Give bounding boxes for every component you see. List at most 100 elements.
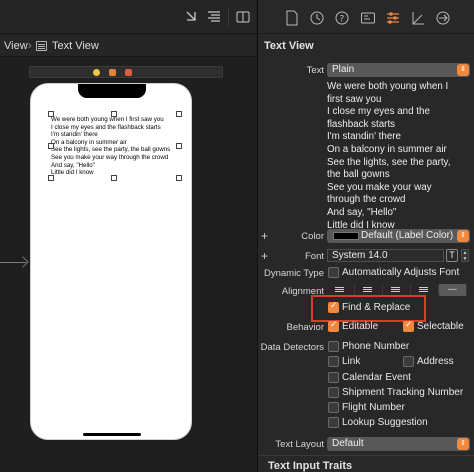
identity-icon[interactable] [360, 10, 376, 26]
resize-handle-top-left[interactable] [48, 111, 54, 117]
text-view-line: And say, "Hello" [51, 161, 95, 169]
split-editor-icon[interactable] [234, 9, 252, 25]
svg-text:?: ? [340, 15, 345, 25]
resize-handle-right[interactable] [176, 143, 182, 149]
home-indicator [83, 433, 141, 436]
text-content-line: through the crowd [327, 194, 406, 206]
resize-handle-left[interactable] [48, 143, 54, 149]
connections-icon[interactable] [435, 10, 451, 26]
align-lines-icon[interactable] [205, 9, 223, 25]
toolbar-divider [228, 8, 229, 26]
phone-number-label: Phone Number [342, 341, 410, 352]
device-notch [78, 84, 146, 98]
chevron-updown-icon: ⇕ [457, 230, 469, 242]
dynamic-type-label: Dynamic Type [263, 268, 324, 279]
first-responder-icon[interactable] [109, 69, 116, 76]
inspector-tabs: ? [258, 0, 474, 34]
exit-icon[interactable] [125, 69, 132, 76]
text-layout-popup[interactable]: Default ⇕ [327, 437, 470, 451]
shipment-tracking-checkbox[interactable] [328, 387, 339, 398]
text-content-field[interactable]: We were both young when I first saw you … [327, 81, 473, 231]
section-title-text-input-traits: Text Input Traits [268, 460, 353, 472]
resize-handle-top-right[interactable] [176, 111, 182, 117]
editor-toolbar [0, 0, 256, 34]
color-popup[interactable]: Default (Label Color) ⇕ [327, 229, 470, 243]
lookup-suggestion-checkbox[interactable] [328, 417, 339, 428]
editable-label: Editable [342, 321, 379, 332]
find-replace-label: Find & Replace [342, 302, 411, 313]
lookup-suggestion-label: Lookup Suggestion [342, 417, 428, 428]
section-divider [258, 455, 474, 456]
text-view-line: I'm standin' there [51, 131, 98, 139]
behavior-label: Behavior [286, 322, 325, 333]
text-content-line: I close my eyes and the [327, 106, 430, 118]
flight-number-label: Flight Number [342, 402, 405, 413]
view-controller-icon[interactable] [93, 69, 100, 76]
font-size-stepper[interactable]: ▲ ▼ [461, 249, 469, 262]
shipment-tracking-label: Shipment Tracking Number [342, 387, 464, 398]
breadcrumb-view[interactable]: View [4, 35, 28, 57]
attributes-icon[interactable] [385, 10, 401, 26]
jump-bar: View › Text View [0, 35, 256, 57]
font-label: Font [304, 251, 324, 262]
flight-number-checkbox[interactable] [328, 402, 339, 413]
color-label: Color [301, 231, 324, 242]
entry-point-arrow-icon[interactable] [0, 262, 26, 263]
text-layout-label: Text Layout [275, 439, 324, 450]
text-type-value: Plain [332, 64, 355, 75]
text-content-line: flashback starts [327, 118, 396, 130]
scene-dock [29, 66, 223, 78]
text-type-popup[interactable]: Plain ⇕ [327, 63, 470, 77]
canvas-area: View › Text View We were both young when… [0, 0, 256, 472]
text-view-icon [36, 41, 47, 51]
add-editor-icon[interactable] [182, 9, 200, 25]
text-view-line: See you make your way through the crowd [51, 153, 169, 161]
selectable-label: Selectable [417, 321, 464, 332]
chevron-updown-icon: ⇕ [457, 438, 469, 450]
find-replace-checkbox[interactable] [328, 301, 339, 313]
data-detectors-label: Data Detectors [260, 342, 324, 353]
text-content-line: See the lights, see the party, [327, 156, 451, 168]
text-content-line: On a balcony in summer air [327, 143, 447, 155]
resize-handle-top[interactable] [111, 111, 117, 117]
resize-handle-bottom[interactable] [111, 175, 117, 181]
text-view-line: On a balcony in summer air [51, 138, 127, 146]
auto-adjust-font-checkbox[interactable] [328, 267, 339, 278]
text-content-line: See you make your way [327, 181, 432, 193]
resize-handle-bottom-right[interactable] [176, 175, 182, 181]
align-natural-button[interactable]: --- [439, 284, 467, 296]
text-content-line: first saw you [327, 93, 382, 105]
editable-checkbox[interactable] [328, 320, 339, 332]
calendar-event-checkbox[interactable] [328, 372, 339, 383]
history-icon[interactable] [309, 10, 325, 26]
calendar-event-label: Calendar Event [342, 372, 411, 383]
device-preview: We were both young when I first saw you … [30, 83, 192, 440]
link-checkbox[interactable] [328, 356, 339, 367]
color-swatch [333, 232, 359, 240]
file-icon[interactable] [284, 10, 300, 26]
text-content-line: I'm standin' there [327, 131, 401, 143]
address-checkbox[interactable] [403, 356, 414, 367]
text-view-line: I close my eyes and the flashback starts [51, 123, 161, 131]
size-icon[interactable] [410, 10, 426, 26]
text-view-line: See the lights, see the party, the ball … [51, 146, 171, 154]
text-view-line: We were both young when I first saw you [51, 116, 164, 123]
resize-handle-bottom-left[interactable] [48, 175, 54, 181]
help-icon[interactable]: ? [334, 10, 350, 26]
text-content-line: And say, "Hello" [327, 206, 397, 218]
address-label: Address [417, 356, 454, 367]
link-label: Link [342, 356, 361, 367]
text-content-line: the ball gowns [327, 169, 390, 181]
text-layout-value: Default [332, 438, 364, 449]
text-view[interactable]: We were both young when I first saw you … [51, 116, 181, 179]
breadcrumb-chevron-icon: › [28, 40, 32, 52]
text-content-line: We were both young when I [327, 81, 449, 92]
breadcrumb-text-view[interactable]: Text View [52, 35, 99, 57]
font-field[interactable]: System 14.0 [327, 249, 444, 262]
phone-number-checkbox[interactable] [328, 341, 339, 352]
text-label: Text [306, 65, 324, 76]
font-picker-icon[interactable]: T [446, 249, 458, 262]
color-value: Default (Label Color) [361, 230, 454, 241]
auto-adjust-font-label: Automatically Adjusts Font [342, 267, 460, 278]
selectable-checkbox[interactable] [403, 320, 414, 332]
